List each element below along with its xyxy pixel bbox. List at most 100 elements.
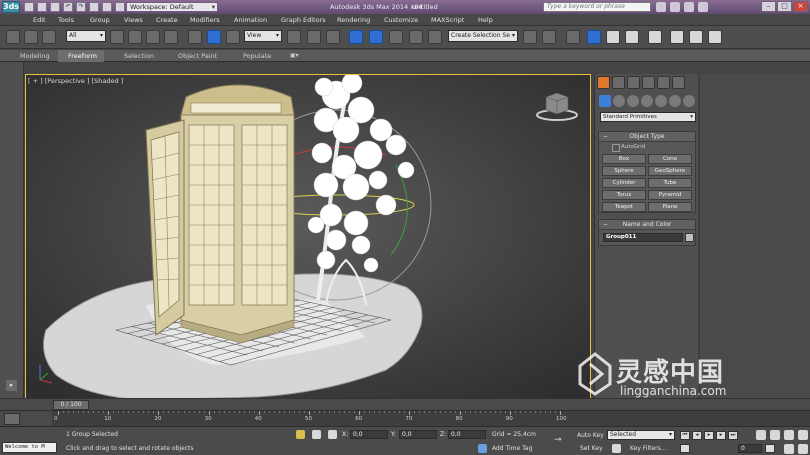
modify-tab-icon[interactable]: [612, 76, 625, 89]
spinner-snap-icon[interactable]: [409, 30, 423, 44]
bind-space-warp-icon[interactable]: [42, 30, 56, 44]
pivot-center-icon[interactable]: [287, 30, 301, 44]
systems-icon[interactable]: [683, 95, 695, 107]
motion-tab-icon[interactable]: [642, 76, 655, 89]
tab-selection[interactable]: Selection: [124, 52, 154, 60]
selection-lock-icon[interactable]: [312, 430, 321, 439]
primitive-category-dropdown[interactable]: Standard Primitives: [600, 112, 696, 122]
x-coordinate-field[interactable]: 0,0: [350, 430, 388, 439]
go-to-end-icon[interactable]: ⏭: [728, 431, 738, 440]
rendered-frame-window-icon[interactable]: [689, 30, 703, 44]
menu-maxscript[interactable]: MAXScript: [431, 16, 464, 24]
geometry-icon[interactable]: [599, 95, 611, 107]
track-bar[interactable]: 0 10 20 30 40 50 60 70 80 90 100: [0, 410, 810, 427]
time-slider[interactable]: 0 / 100: [53, 400, 89, 410]
app-logo-icon[interactable]: 3ds: [2, 1, 20, 13]
play-icon[interactable]: ▸: [704, 431, 714, 440]
menu-create[interactable]: Create: [156, 16, 178, 24]
schematic-view-icon[interactable]: [625, 30, 639, 44]
object-name-field[interactable]: Group011: [603, 233, 683, 242]
viewport-label[interactable]: [ + ] [Perspective ] [Shaded ]: [28, 77, 123, 85]
curve-editor-icon[interactable]: [606, 30, 620, 44]
key-mode-toggle-icon[interactable]: [680, 444, 690, 453]
rectangular-selection-icon[interactable]: [146, 30, 160, 44]
pyramid-button[interactable]: Pyramid: [648, 190, 692, 200]
manipulate-icon[interactable]: [307, 30, 321, 44]
zoom-extents-icon[interactable]: [784, 430, 794, 440]
binoculars-icon[interactable]: [656, 2, 666, 12]
z-coordinate-field[interactable]: 0,0: [448, 430, 486, 439]
plane-button[interactable]: Plane: [648, 202, 692, 212]
create-tab-icon[interactable]: [597, 76, 610, 89]
window-crossing-icon[interactable]: [164, 30, 178, 44]
menu-group[interactable]: Group: [90, 16, 110, 24]
minimize-button[interactable]: –: [761, 1, 776, 12]
communication-icon[interactable]: [670, 2, 680, 12]
tube-button[interactable]: Tube: [648, 178, 692, 188]
key-filters-button[interactable]: Key Filters...: [630, 445, 667, 452]
key-mode-dropdown[interactable]: Selected: [607, 430, 675, 440]
search-input[interactable]: Type a keyword or phrase: [543, 2, 651, 12]
menu-graph-editors[interactable]: Graph Editors: [281, 16, 326, 24]
menu-help[interactable]: Help: [478, 16, 493, 24]
utilities-tab-icon[interactable]: [672, 76, 685, 89]
edit-named-selection-icon[interactable]: [428, 30, 442, 44]
orbit-icon[interactable]: [784, 444, 794, 454]
menu-customize[interactable]: Customize: [384, 16, 418, 24]
torus-button[interactable]: Torus: [602, 190, 646, 200]
next-frame-icon[interactable]: ▸: [716, 431, 726, 440]
menu-modifiers[interactable]: Modifiers: [190, 16, 220, 24]
go-to-start-icon[interactable]: ⏮: [680, 431, 690, 440]
select-link-icon[interactable]: [6, 30, 20, 44]
teapot-button[interactable]: Teapot: [602, 202, 646, 212]
align-icon[interactable]: [542, 30, 556, 44]
scale-icon[interactable]: [226, 30, 240, 44]
maxscript-mini-listener-top[interactable]: [2, 430, 57, 440]
move-icon[interactable]: [188, 30, 202, 44]
menu-rendering[interactable]: Rendering: [337, 16, 370, 24]
perspective-viewport[interactable]: [ + ] [Perspective ] [Shaded ]: [25, 74, 591, 399]
fetch-icon[interactable]: [102, 2, 112, 12]
cylinder-button[interactable]: Cylinder: [602, 178, 646, 188]
key-icon[interactable]: ⊸: [554, 435, 562, 445]
display-tab-icon[interactable]: [657, 76, 670, 89]
pin-icon[interactable]: [296, 430, 305, 439]
set-key-button[interactable]: Set Key: [580, 445, 603, 452]
cameras-icon[interactable]: [641, 95, 653, 107]
workspace-dropdown[interactable]: Workspace: Default: [126, 2, 218, 12]
redo-icon[interactable]: ↷: [76, 2, 86, 12]
hierarchy-tab-icon[interactable]: [627, 76, 640, 89]
new-file-icon[interactable]: [24, 2, 34, 12]
select-object-icon[interactable]: [110, 30, 124, 44]
keyboard-shortcut-override-icon[interactable]: [326, 30, 340, 44]
y-coordinate-field[interactable]: 0,0: [399, 430, 437, 439]
zoom-icon[interactable]: [756, 430, 766, 440]
tab-object-paint[interactable]: Object Paint: [178, 52, 217, 60]
percent-snap-icon[interactable]: [389, 30, 403, 44]
material-editor-icon[interactable]: [648, 30, 662, 44]
help-icon[interactable]: [698, 2, 708, 12]
favorites-star-icon[interactable]: [684, 2, 694, 12]
zoom-all-icon[interactable]: [770, 430, 780, 440]
cone-button[interactable]: Cone: [648, 154, 692, 164]
geosphere-button[interactable]: GeoSphere: [648, 166, 692, 176]
render-production-icon[interactable]: [708, 30, 722, 44]
lights-icon[interactable]: [627, 95, 639, 107]
named-selection-sets-dropdown[interactable]: Create Selection Se: [448, 30, 518, 42]
undo-icon[interactable]: ↶: [63, 2, 73, 12]
menu-tools[interactable]: Tools: [58, 16, 74, 24]
object-color-swatch[interactable]: [685, 233, 694, 242]
close-button[interactable]: ×: [793, 1, 808, 12]
menu-edit[interactable]: Edit: [33, 16, 46, 24]
mini-curve-editor-icon[interactable]: [4, 413, 20, 425]
zoom-extents-all-icon[interactable]: [798, 430, 808, 440]
mirror-icon[interactable]: [523, 30, 537, 44]
name-and-color-header[interactable]: Name and Color: [599, 220, 695, 230]
rotate-icon[interactable]: [207, 30, 221, 44]
menu-views[interactable]: Views: [124, 16, 143, 24]
layer-explorer-icon[interactable]: [566, 30, 580, 44]
absolute-mode-icon[interactable]: [328, 430, 337, 439]
shapes-icon[interactable]: [613, 95, 625, 107]
maximize-button[interactable]: □: [777, 1, 792, 12]
box-button[interactable]: Box: [602, 154, 646, 164]
